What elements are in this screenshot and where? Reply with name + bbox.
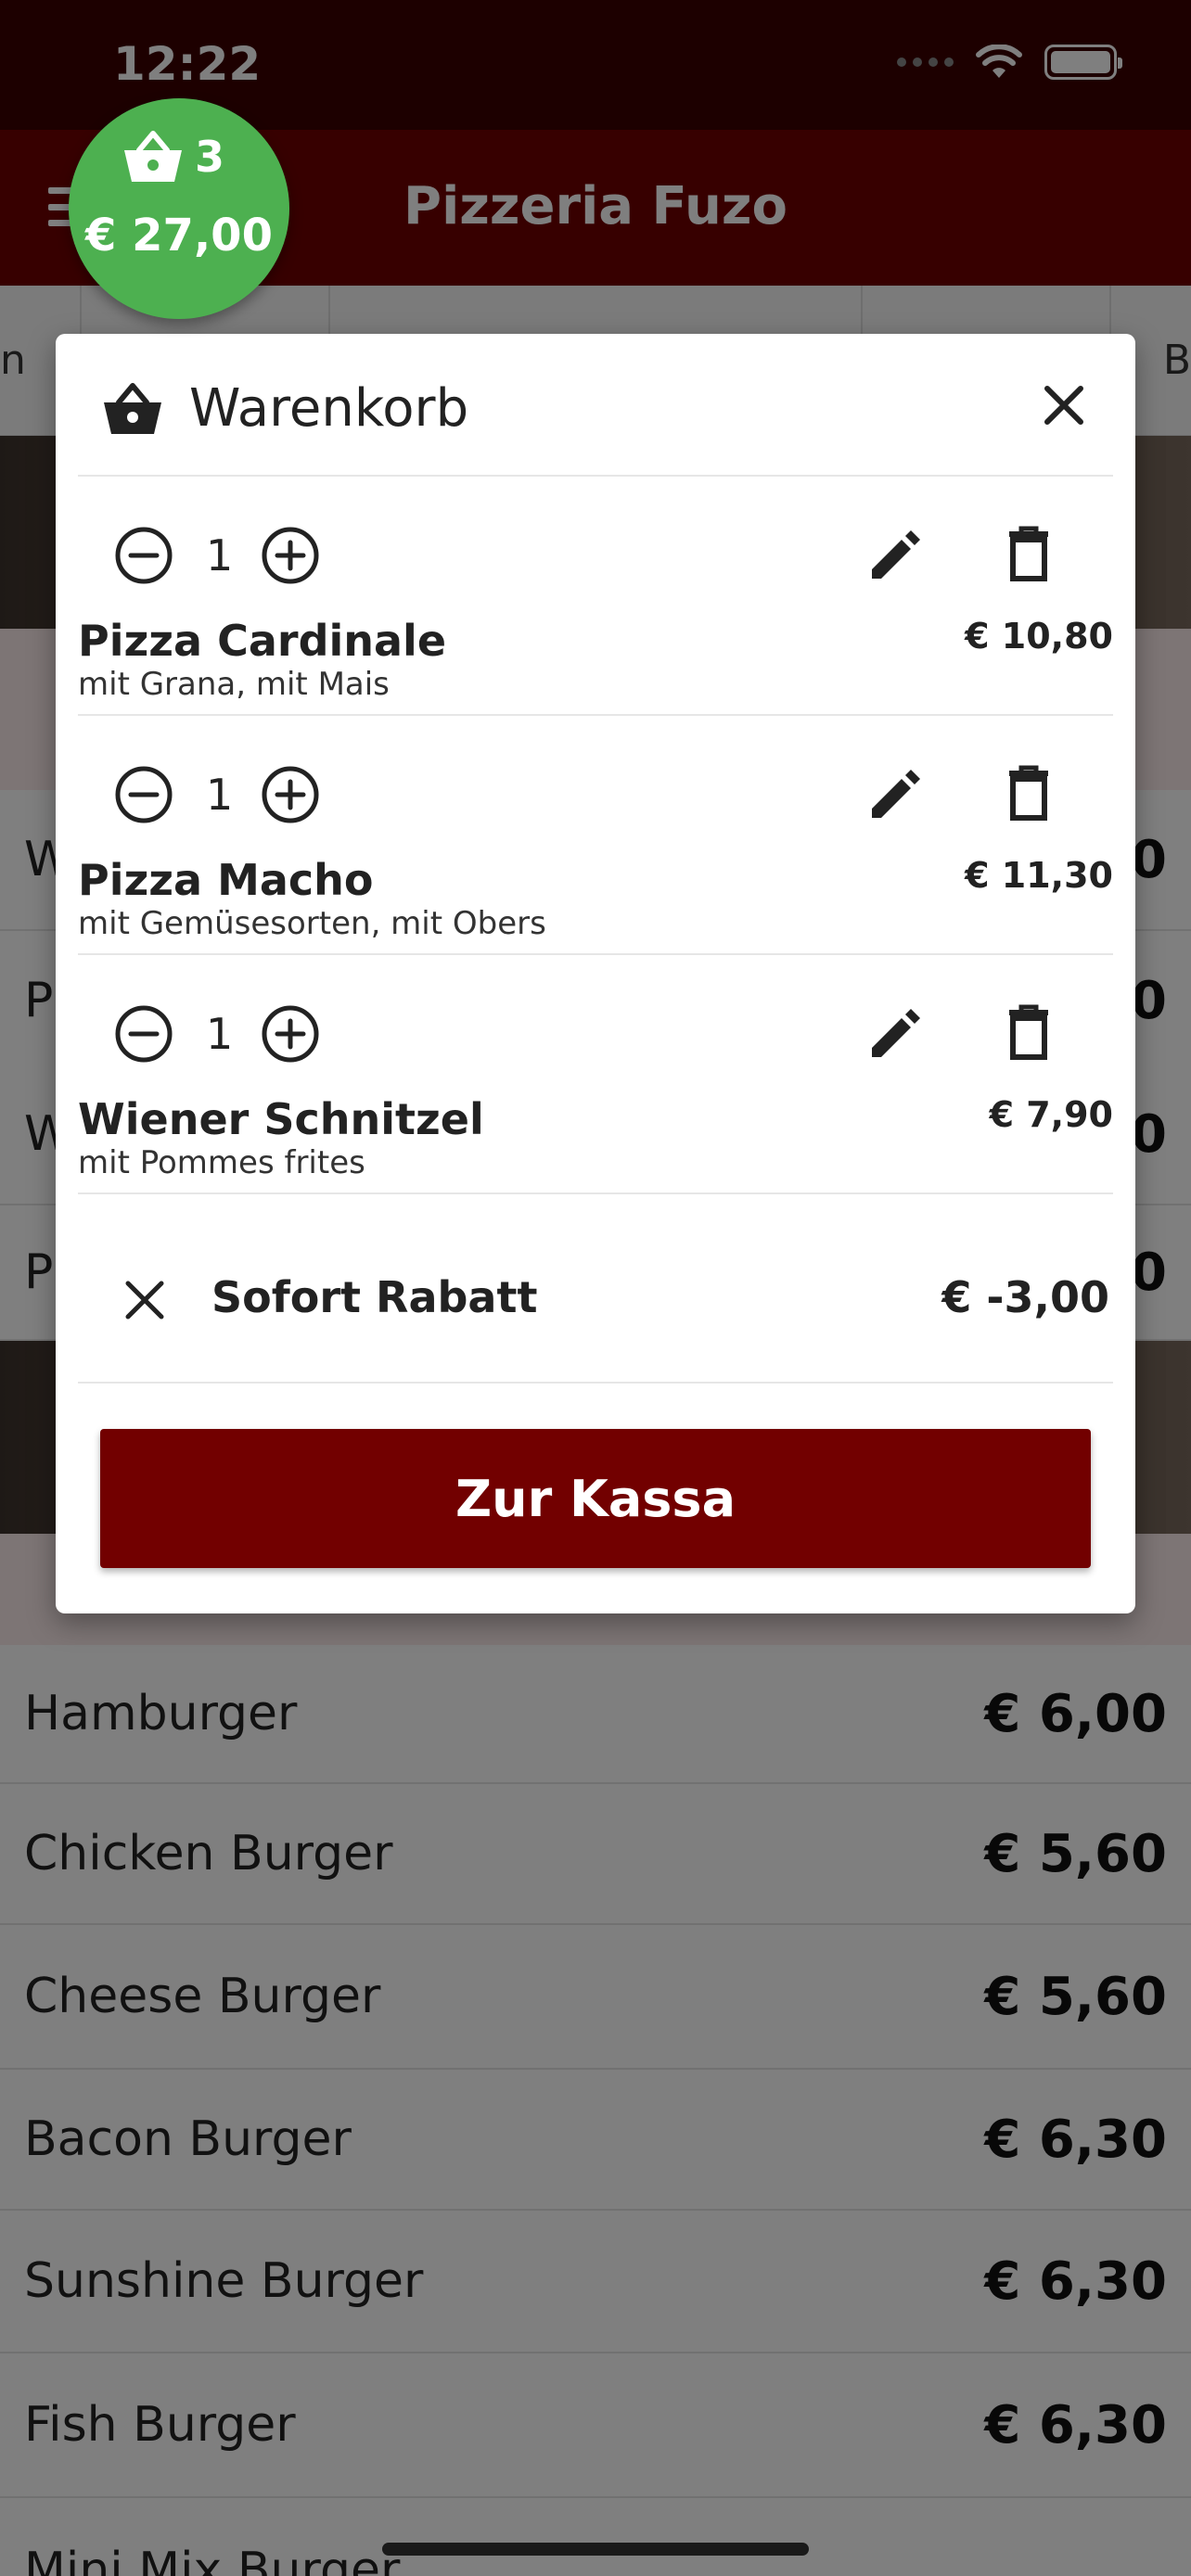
modal-header: Warenkorb [78, 334, 1113, 477]
delete-item-button[interactable] [998, 762, 1059, 823]
pencil-icon [872, 530, 920, 579]
checkout-button[interactable]: Zur Kassa [100, 1429, 1091, 1568]
pencil-icon [872, 770, 920, 818]
close-button[interactable] [1031, 373, 1096, 438]
quantity-value: 1 [206, 1009, 234, 1059]
item-price: € 7,90 [989, 1094, 1113, 1135]
decrease-quantity-button[interactable] [113, 1003, 174, 1065]
cart-item: 1 Wiener Schnitzel mit Pommes frites € 7… [78, 955, 1113, 1194]
item-price: € 10,80 [965, 616, 1113, 657]
minus-circle-icon [115, 766, 173, 823]
cart-item: 1 Pizza Macho mit Gemüsesorten, mit Ober… [78, 716, 1113, 955]
home-indicator[interactable] [382, 2543, 809, 2556]
edit-item-button[interactable] [864, 523, 926, 584]
item-name: Wiener Schnitzel [78, 1094, 484, 1144]
item-options: mit Gemüsesorten, mit Obers [78, 905, 546, 942]
minus-circle-icon [115, 527, 173, 584]
cart-badge-button[interactable]: 3 € 27,00 [69, 98, 289, 319]
quantity-value: 1 [206, 770, 234, 820]
increase-quantity-button[interactable] [260, 525, 321, 586]
delete-item-button[interactable] [998, 523, 1059, 584]
item-price: € 11,30 [965, 855, 1113, 896]
plus-circle-icon [262, 1005, 319, 1063]
trash-icon [1009, 1004, 1048, 1060]
trash-icon [1009, 526, 1048, 581]
edit-item-button[interactable] [864, 762, 926, 823]
increase-quantity-button[interactable] [260, 764, 321, 825]
cart-total: € 27,00 [85, 210, 273, 261]
minus-circle-icon [115, 1005, 173, 1063]
discount-row: Sofort Rabatt € -3,00 [78, 1207, 1113, 1384]
cart-modal: Warenkorb 1 Pizza Cardinale mit Grana, m… [56, 334, 1135, 1613]
remove-discount-button[interactable] [117, 1272, 173, 1328]
item-name: Pizza Cardinale [78, 616, 447, 666]
item-options: mit Pommes frites [78, 1144, 365, 1181]
decrease-quantity-button[interactable] [113, 525, 174, 586]
close-icon [125, 1281, 164, 1320]
discount-label: Sofort Rabatt [211, 1272, 538, 1322]
item-name: Pizza Macho [78, 855, 374, 905]
shopping-basket-icon [124, 131, 182, 182]
edit-item-button[interactable] [864, 1001, 926, 1063]
decrease-quantity-button[interactable] [113, 764, 174, 825]
modal-title: Warenkorb [189, 378, 469, 439]
shopping-basket-icon [104, 383, 161, 434]
plus-circle-icon [262, 527, 319, 584]
increase-quantity-button[interactable] [260, 1003, 321, 1065]
quantity-value: 1 [206, 530, 234, 580]
delete-item-button[interactable] [998, 1001, 1059, 1063]
pencil-icon [872, 1009, 920, 1057]
cart-item-count: 3 [195, 132, 225, 182]
plus-circle-icon [262, 766, 319, 823]
item-options: mit Grana, mit Mais [78, 666, 390, 703]
discount-amount: € -3,00 [941, 1272, 1109, 1322]
cart-badge-summary: 3 [122, 130, 224, 184]
trash-icon [1009, 765, 1048, 821]
cart-item: 1 Pizza Cardinale mit Grana, mit Mais € … [78, 477, 1113, 716]
close-icon [1044, 386, 1083, 425]
